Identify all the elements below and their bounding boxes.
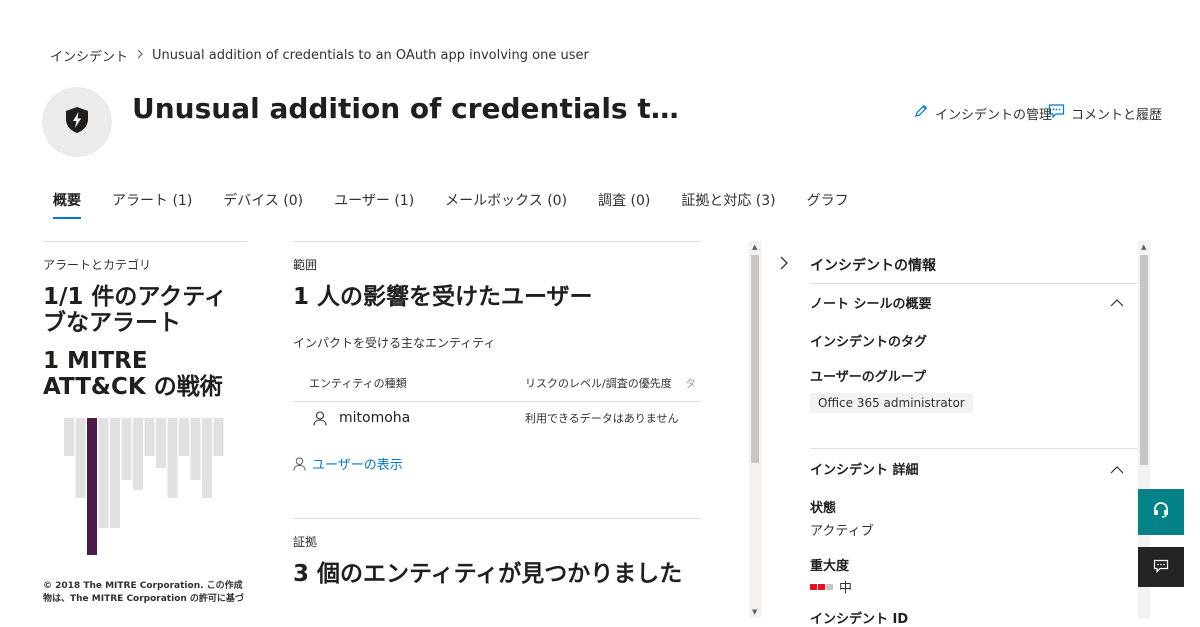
user-group-label: ユーザーのグループ — [810, 370, 926, 385]
col-extra[interactable]: タ — [685, 375, 696, 391]
breadcrumb-root[interactable]: インシデント — [50, 46, 128, 65]
main-scrollbar[interactable]: ▲ ▼ — [749, 241, 761, 618]
mitre-tactic-bar[interactable] — [87, 418, 97, 555]
mitre-line1: 1 MITRE — [43, 348, 148, 374]
incident-info-title: インシデントの情報 — [810, 258, 936, 274]
tab-mailboxes[interactable]: メールボックス (0) — [434, 190, 578, 219]
alerts-categories-card: アラートとカテゴリ 1/1 件のアクティ ブなアラート 1 MITRE ATT&… — [43, 241, 247, 606]
active-alerts-text: 1/1 件のアクティ ブなアラート — [43, 284, 247, 336]
incident-details-title: インシデント 詳細 — [810, 463, 919, 478]
severity-label: 重大度 — [810, 559, 850, 574]
breadcrumb: インシデント Unusual addition of credentials t… — [50, 46, 589, 65]
mitre-tactics-chart[interactable] — [43, 418, 247, 568]
status-label: 状態 — [810, 501, 837, 516]
comments-history-button[interactable]: コメントと履歴 — [1048, 103, 1162, 123]
scope-label: 範囲 — [293, 258, 318, 272]
mitre-tactic-bar[interactable] — [156, 418, 166, 468]
mitre-tactic-bar[interactable] — [110, 418, 120, 528]
user-icon — [313, 410, 327, 426]
entities-table-header: エンティティの種類 リスクのレベル/調査の優先度 タ — [293, 363, 701, 402]
alerts-categories-label: アラートとカテゴリ — [43, 258, 152, 272]
evidence-headline: 3 個のエンティティが見つかりました — [293, 561, 683, 587]
severity-indicator: 中 — [810, 577, 852, 596]
incident-tags-label: インシデントのタグ — [810, 335, 928, 350]
severity-bars-icon — [810, 583, 833, 590]
pencil-icon — [913, 103, 929, 123]
severity-value: 中 — [839, 581, 853, 596]
tab-graph[interactable]: グラフ — [796, 190, 860, 219]
impacted-entities-label: インパクトを受ける主なエンティティ — [293, 336, 496, 350]
chevron-right-icon — [778, 256, 790, 275]
mitre-tactic-bar[interactable] — [167, 418, 178, 498]
table-row[interactable]: mitomoha 利用できるデータはありません — [293, 402, 701, 434]
user-group-pill[interactable]: Office 365 administrator — [810, 393, 973, 413]
mitre-tactic-bar[interactable] — [98, 418, 109, 528]
help-button[interactable] — [1138, 489, 1184, 535]
tab-users[interactable]: ユーザー (1) — [323, 190, 425, 219]
divider — [810, 283, 1138, 284]
main-scroll-thumb[interactable] — [751, 255, 759, 463]
comments-history-label: コメントと履歴 — [1071, 107, 1163, 123]
feedback-icon — [1153, 558, 1169, 577]
headset-icon — [1152, 501, 1170, 523]
mitre-tactics-text: 1 MITRE ATT&CK の戦術 — [43, 348, 247, 400]
mitre-tactic-bar[interactable] — [133, 418, 143, 490]
scroll-up-icon[interactable]: ▲ — [752, 243, 757, 251]
view-users-link[interactable]: ユーザーの表示 — [293, 454, 701, 473]
status-value: アクティブ — [810, 524, 874, 539]
mitre-tactic-bar[interactable] — [213, 418, 224, 456]
page-title: Unusual addition of credentials t… — [132, 92, 679, 125]
col-entity-type[interactable]: エンティティの種類 — [309, 375, 525, 391]
manage-incident-button[interactable]: インシデントの管理 — [913, 103, 1052, 123]
view-users-label: ユーザーの表示 — [312, 458, 403, 473]
evidence-label: 証拠 — [293, 535, 318, 549]
chevron-up-icon[interactable] — [1110, 460, 1124, 479]
mitre-tactic-bar[interactable] — [202, 418, 212, 498]
active-alerts-line2: ブなアラート — [43, 310, 181, 336]
evidence-card: 証拠 3 個のエンティティが見つかりました — [293, 518, 701, 587]
shield-bolt-icon — [64, 106, 90, 138]
scope-headline: 1 人の影響を受けたユーザー — [293, 284, 593, 310]
mitre-tactic-bar[interactable] — [121, 418, 132, 480]
pane-scroll-thumb[interactable] — [1140, 255, 1148, 465]
tab-devices[interactable]: デバイス (0) — [212, 190, 314, 219]
col-risk-level[interactable]: リスクのレベル/調査の優先度 — [525, 375, 685, 391]
feedback-button[interactable] — [1138, 547, 1184, 587]
mitre-line2: ATT&CK の戦術 — [43, 374, 223, 400]
scope-card: 範囲 1 人の影響を受けたユーザー インパクトを受ける主なエンティティ エンティ… — [293, 241, 701, 473]
tab-overview[interactable]: 概要 — [42, 190, 92, 219]
chevron-right-icon — [136, 48, 144, 63]
manage-incident-label: インシデントの管理 — [935, 107, 1053, 123]
mitre-tactic-bar[interactable] — [64, 418, 74, 456]
divider — [810, 448, 1138, 449]
comment-icon — [1048, 103, 1065, 123]
chevron-up-icon[interactable] — [1110, 293, 1124, 312]
collapse-pane-button[interactable] — [778, 255, 790, 275]
scroll-up-icon[interactable]: ▲ — [1141, 243, 1146, 251]
tab-evidence[interactable]: 証拠と対応 (3) — [670, 190, 786, 219]
tab-alerts[interactable]: アラート (1) — [101, 190, 203, 219]
copyright-line1: © 2018 The MITRE Corporation. この作成 — [43, 581, 243, 591]
user-icon — [293, 456, 306, 471]
notebook-section-title: ノート シールの概要 — [810, 297, 932, 312]
entity-name[interactable]: mitomoha — [339, 410, 525, 426]
mitre-tactic-bar[interactable] — [75, 418, 86, 498]
mitre-copyright: © 2018 The MITRE Corporation. この作成 物は、Th… — [43, 580, 247, 606]
scroll-down-icon[interactable]: ▼ — [752, 608, 757, 616]
mitre-tactic-bar[interactable] — [190, 418, 201, 480]
mitre-tactic-bar[interactable] — [179, 418, 189, 456]
tab-investigations[interactable]: 調査 (0) — [587, 190, 661, 219]
incident-avatar — [42, 87, 112, 157]
entity-risk: 利用できるデータはありません — [525, 412, 679, 425]
copyright-line2: 物は、The MITRE Corporation の許可に基づ — [43, 594, 244, 604]
mitre-tactic-bar[interactable] — [144, 418, 155, 456]
active-alerts-line1: 1/1 件のアクティ — [43, 284, 227, 310]
breadcrumb-current: Unusual addition of credentials to an OA… — [152, 48, 589, 63]
tab-bar: 概要 アラート (1) デバイス (0) ユーザー (1) メールボックス (0… — [42, 190, 869, 219]
